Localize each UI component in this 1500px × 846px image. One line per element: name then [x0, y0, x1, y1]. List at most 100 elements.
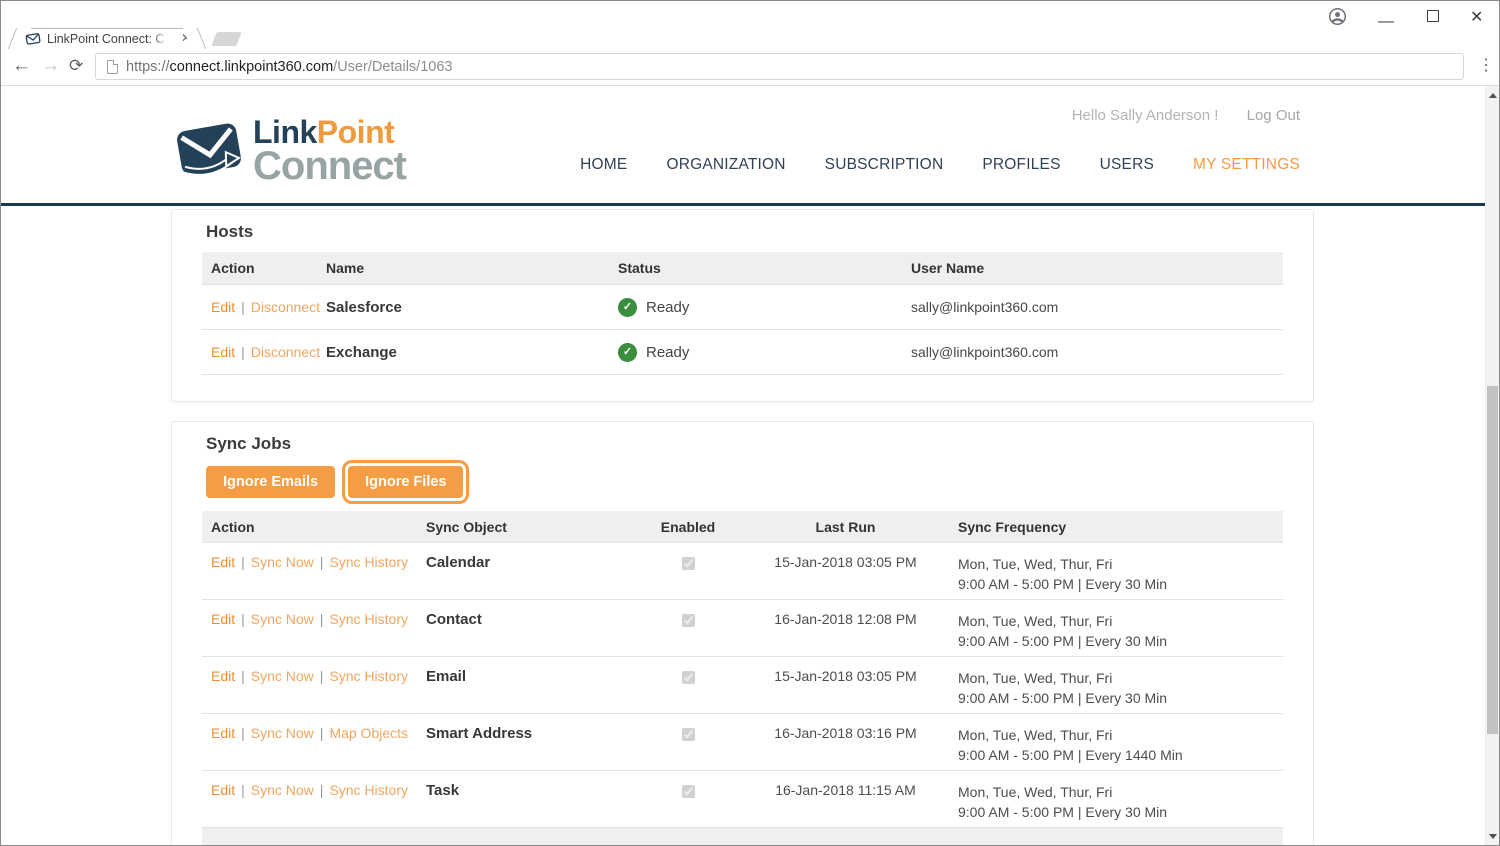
sync-history-link[interactable]: Sync History: [329, 668, 408, 684]
site-header: LinkPoint Connect Hello Sally Anderson !…: [1, 86, 1487, 206]
nav-item-organization[interactable]: ORGANIZATION: [666, 156, 785, 174]
browser-toolbar: ← → ⟳ https://connect.linkpoint360.com/U…: [1, 48, 1499, 86]
last-run-value: 15-Jan-2018 03:05 PM: [743, 554, 948, 570]
linkpoint-favicon-envelope-icon: [25, 31, 41, 46]
sync-now-link[interactable]: Sync Now: [251, 554, 314, 570]
link-separator: |: [320, 668, 324, 684]
map-objects-link[interactable]: Map Objects: [329, 725, 408, 741]
sync-now-link[interactable]: Sync Now: [251, 782, 314, 798]
col-header-sync-frequency: Sync Frequency: [948, 519, 1283, 535]
sync-history-link[interactable]: Sync History: [329, 611, 408, 627]
sync-jobs-table: Action Sync Object Enabled Last Run Sync…: [202, 511, 1283, 846]
back-icon[interactable]: ←: [12, 54, 31, 78]
last-run-value: 16-Jan-2018 11:15 AM: [743, 782, 948, 798]
address-bar[interactable]: https://connect.linkpoint360.com/User/De…: [95, 53, 1464, 80]
sync-frequency-value: Mon, Tue, Wed, Thur, Fri 9:00 AM - 5:00 …: [948, 611, 1283, 651]
hosts-table: Action Name Status User Name Edit|Discon…: [202, 252, 1283, 375]
sync-frequency-value: Mon, Tue, Wed, Thur, Fri 9:00 AM - 5:00 …: [948, 668, 1283, 708]
edit-link[interactable]: Edit: [211, 668, 235, 684]
frequency-time: 9:00 AM - 5:00 PM | Every 30 Min: [958, 802, 1283, 822]
nav-item-my-settings[interactable]: MY SETTINGS: [1193, 156, 1300, 174]
sync-history-link[interactable]: Sync History: [329, 554, 408, 570]
host-row-exchange: Edit|Disconnect Exchange ✓ Ready sally@l…: [202, 330, 1283, 375]
sync-frequency-value: Mon, Tue, Wed, Thur, Fri 9:00 AM - 5:00 …: [948, 554, 1283, 594]
col-header-action: Action: [202, 519, 417, 535]
link-separator: |: [320, 782, 324, 798]
sync-object-name: Task: [417, 782, 633, 799]
sync-object-name: Calendar: [417, 554, 633, 571]
scroll-down-icon[interactable]: [1489, 834, 1497, 839]
logout-link[interactable]: Log Out: [1247, 107, 1300, 124]
tab-close-icon[interactable]: ✕: [181, 31, 191, 45]
link-separator: |: [241, 725, 245, 741]
sync-row-task: Edit|Sync Now|Sync History Task 16-Jan-2…: [202, 771, 1283, 828]
nav-item-home[interactable]: HOME: [580, 156, 627, 174]
sync-row-contact: Edit|Sync Now|Sync History Contact 16-Ja…: [202, 600, 1283, 657]
ignore-files-button[interactable]: Ignore Files: [348, 466, 463, 498]
scrollbar-thumb[interactable]: [1487, 386, 1498, 734]
new-tab-button[interactable]: [211, 32, 242, 46]
col-header-name: Name: [317, 260, 609, 276]
edit-link[interactable]: Edit: [211, 782, 235, 798]
sync-now-link[interactable]: Sync Now: [251, 611, 314, 627]
last-run-value: 15-Jan-2018 03:05 PM: [743, 668, 948, 684]
disconnect-link[interactable]: Disconnect: [251, 299, 320, 315]
link-separator: |: [241, 299, 245, 315]
hosts-section-title: Hosts: [206, 222, 1313, 242]
sync-now-link[interactable]: Sync Now: [251, 725, 314, 741]
host-name: Salesforce: [317, 299, 609, 316]
frequency-days: Mon, Tue, Wed, Thur, Fri: [958, 725, 1283, 745]
col-header-username: User Name: [902, 260, 1283, 276]
enabled-checkbox[interactable]: [682, 557, 695, 570]
hosts-table-header: Action Name Status User Name: [202, 252, 1283, 285]
link-separator: |: [320, 725, 324, 741]
edit-link[interactable]: Edit: [211, 344, 235, 360]
edit-link[interactable]: Edit: [211, 299, 235, 315]
status-text: Ready: [646, 299, 689, 316]
nav-item-subscription[interactable]: SUBSCRIPTION: [825, 156, 944, 174]
browser-tab[interactable]: LinkPoint Connect: Cloud ✕: [21, 28, 193, 48]
last-run-value: 16-Jan-2018 03:16 PM: [743, 725, 948, 741]
enabled-checkbox[interactable]: [682, 614, 695, 627]
forward-icon[interactable]: →: [41, 54, 60, 78]
scroll-up-icon[interactable]: [1489, 93, 1497, 98]
sync-table-header: Action Sync Object Enabled Last Run Sync…: [202, 511, 1283, 543]
page-scrollbar[interactable]: [1485, 86, 1499, 846]
edit-link[interactable]: Edit: [211, 554, 235, 570]
status-text: Ready: [646, 344, 689, 361]
edit-link[interactable]: Edit: [211, 725, 235, 741]
link-separator: |: [320, 554, 324, 570]
sync-now-link[interactable]: Sync Now: [251, 668, 314, 684]
reload-icon[interactable]: ⟳: [69, 54, 83, 78]
browser-profile-icon[interactable]: [1328, 7, 1347, 26]
url-text[interactable]: https://connect.linkpoint360.com/User/De…: [126, 59, 452, 75]
browser-menu-icon[interactable]: ⋮: [1478, 55, 1494, 75]
url-path: /User/Details/1063: [333, 59, 452, 75]
ready-check-icon: ✓: [618, 343, 637, 362]
minimize-button[interactable]: —: [1378, 20, 1392, 23]
host-name: Exchange: [317, 344, 609, 361]
enabled-checkbox[interactable]: [682, 671, 695, 684]
link-separator: |: [241, 668, 245, 684]
host-username: sally@linkpoint360.com: [902, 299, 1283, 315]
maximize-button[interactable]: [1427, 10, 1439, 22]
frequency-time: 9:00 AM - 5:00 PM | Every 30 Min: [958, 631, 1283, 651]
disconnect-link[interactable]: Disconnect: [251, 344, 320, 360]
close-button[interactable]: ✕: [1470, 7, 1483, 27]
linkpoint-logo[interactable]: LinkPoint Connect: [171, 113, 406, 186]
enabled-checkbox[interactable]: [682, 728, 695, 741]
nav-item-users[interactable]: USERS: [1100, 156, 1154, 174]
host-row-salesforce: Edit|Disconnect Salesforce ✓ Ready sally…: [202, 285, 1283, 330]
host-username: sally@linkpoint360.com: [902, 344, 1283, 360]
frequency-days: Mon, Tue, Wed, Thur, Fri: [958, 554, 1283, 574]
enabled-checkbox[interactable]: [682, 785, 695, 798]
col-header-status: Status: [609, 260, 902, 276]
tab-title: LinkPoint Connect: Cloud: [47, 32, 165, 47]
edit-link[interactable]: Edit: [211, 611, 235, 627]
frequency-days: Mon, Tue, Wed, Thur, Fri: [958, 611, 1283, 631]
sync-history-link[interactable]: Sync History: [329, 782, 408, 798]
nav-item-profiles[interactable]: PROFILES: [982, 156, 1060, 174]
browser-window: LinkPoint Connect: Cloud ✕ — ✕ ← → ⟳ htt…: [0, 0, 1500, 846]
page-document-icon[interactable]: [107, 60, 118, 74]
ignore-emails-button[interactable]: Ignore Emails: [206, 466, 335, 498]
